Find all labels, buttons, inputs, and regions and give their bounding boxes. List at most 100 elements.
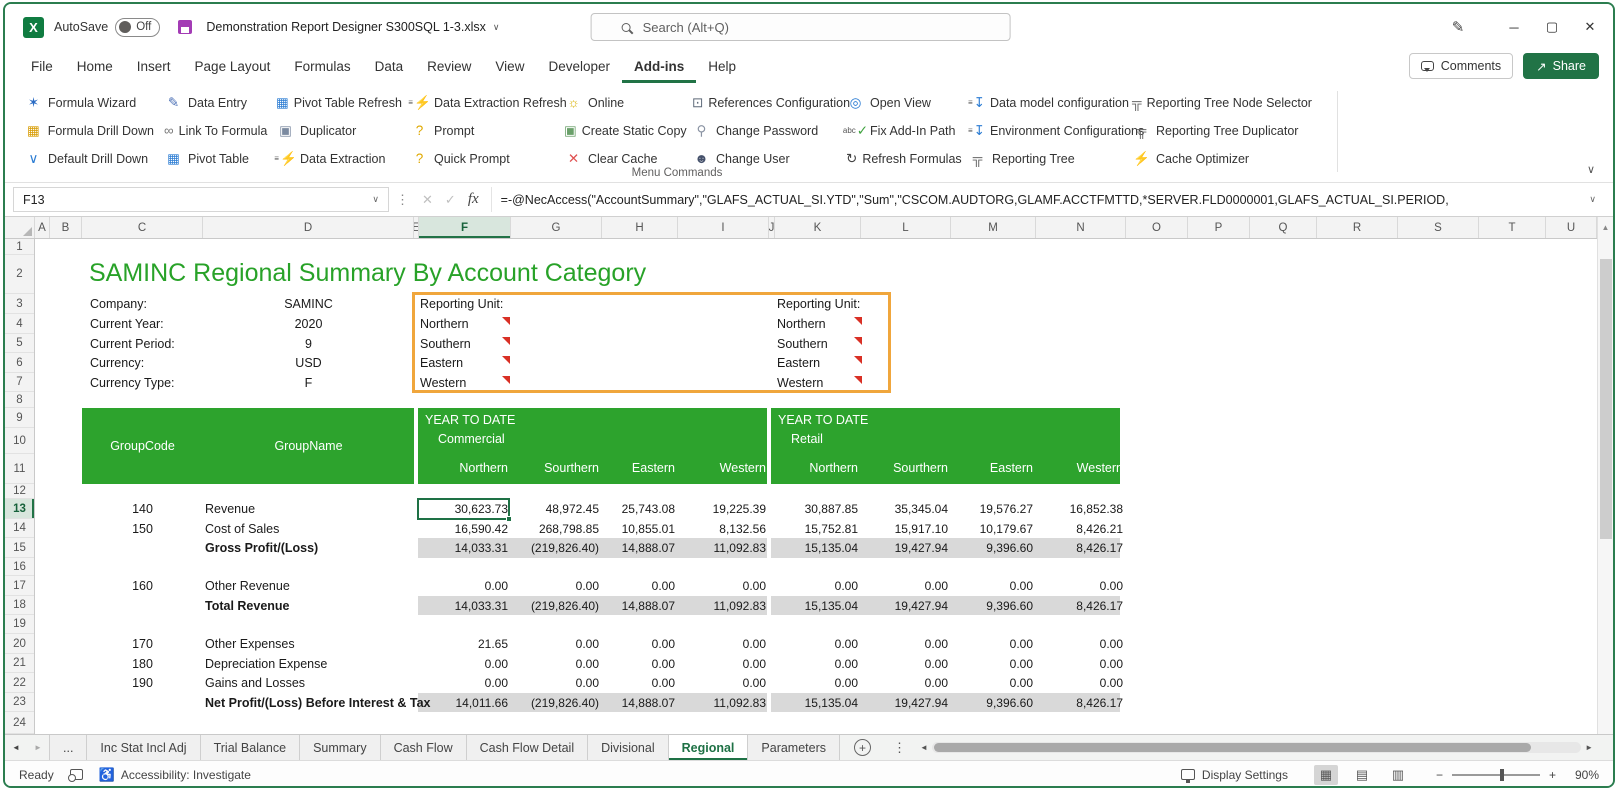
info-value[interactable]: 9 xyxy=(203,334,414,353)
sheet-tab-cash-flow-detail[interactable]: Cash Flow Detail xyxy=(467,735,588,760)
column-header-R[interactable]: R xyxy=(1317,217,1398,238)
value-cell[interactable]: 0.00 xyxy=(1035,634,1123,654)
row-header-18[interactable]: 18 xyxy=(5,596,34,615)
value-cell[interactable]: 8,426.17 xyxy=(1035,596,1123,615)
vertical-scroll-thumb[interactable] xyxy=(1600,259,1612,539)
pivot-table-button[interactable]: ▦Pivot Table xyxy=(159,146,271,172)
pivot-table-refresh-button[interactable]: ▦Pivot Table Refresh xyxy=(271,90,405,116)
groupname-cell[interactable]: Revenue xyxy=(205,499,414,519)
select-all-corner[interactable] xyxy=(5,217,35,238)
row-header-16[interactable]: 16 xyxy=(5,558,34,576)
formula-wizard-button[interactable]: ✶Formula Wizard xyxy=(19,90,159,116)
value-cell[interactable]: 0.00 xyxy=(420,654,508,673)
autosave-toggle[interactable]: Off xyxy=(115,18,160,37)
value-cell[interactable]: 14,011.66 xyxy=(420,693,508,712)
value-cell[interactable]: 15,135.04 xyxy=(770,538,858,558)
reporting-tree-duplicator-button[interactable]: ╦Reporting Tree Duplicator xyxy=(1127,118,1307,144)
reporting-unit-item[interactable]: Northern xyxy=(420,314,510,334)
draw-pen-icon[interactable]: ✎ xyxy=(1441,10,1475,44)
refresh-formulas-button[interactable]: ↻Refresh Formulas xyxy=(841,146,963,172)
groupname-cell[interactable]: Other Expenses xyxy=(205,634,414,654)
value-cell[interactable]: 0.00 xyxy=(678,673,766,693)
value-cell[interactable]: (219,826.40) xyxy=(511,693,599,712)
value-cell[interactable]: 0.00 xyxy=(860,634,948,654)
value-cell[interactable]: 0.00 xyxy=(1035,576,1123,596)
value-cell[interactable]: 15,135.04 xyxy=(770,596,858,615)
normal-view-icon[interactable]: ▦ xyxy=(1314,765,1338,785)
value-cell[interactable]: 0.00 xyxy=(587,634,675,654)
horizontal-scroll-track[interactable] xyxy=(932,742,1581,753)
row-header-22[interactable]: 22 xyxy=(5,673,34,693)
value-cell[interactable]: 25,743.08 xyxy=(587,499,675,519)
row-header-1[interactable]: 1 xyxy=(5,239,34,255)
search-input[interactable]: Search (Alt+Q) xyxy=(591,13,1011,41)
prompt-button[interactable]: ?Prompt xyxy=(405,118,559,144)
menu-tab-home[interactable]: Home xyxy=(65,50,125,83)
reporting-tree-node-selector-button[interactable]: ╦Reporting Tree Node Selector xyxy=(1127,90,1307,116)
column-header-P[interactable]: P xyxy=(1188,217,1250,238)
value-cell[interactable]: 10,855.01 xyxy=(587,519,675,538)
vertical-scrollbar[interactable]: ▲ xyxy=(1597,217,1613,734)
groupname-cell[interactable]: Total Revenue xyxy=(205,596,414,615)
save-icon[interactable] xyxy=(178,20,192,34)
scroll-right-icon[interactable]: ► xyxy=(1585,743,1593,752)
info-value[interactable]: SAMINC xyxy=(203,294,414,314)
groupname-cell[interactable]: Gross Profit/(Loss) xyxy=(205,538,414,558)
column-header-G[interactable]: G xyxy=(511,217,602,238)
column-header-M[interactable]: M xyxy=(951,217,1036,238)
value-cell[interactable]: 14,888.07 xyxy=(587,693,675,712)
column-header-Q[interactable]: Q xyxy=(1250,217,1317,238)
value-cell[interactable]: 0.00 xyxy=(945,634,1033,654)
groupname-cell[interactable]: Gains and Losses xyxy=(205,673,414,693)
value-cell[interactable]: 8,426.17 xyxy=(1035,693,1123,712)
menu-tab-view[interactable]: View xyxy=(483,50,536,83)
reporting-unit-item[interactable]: Western xyxy=(420,373,510,392)
value-cell[interactable]: 0.00 xyxy=(678,576,766,596)
display-settings-button[interactable]: Display Settings xyxy=(1181,768,1288,782)
zoom-in-button[interactable]: + xyxy=(1549,768,1556,782)
value-cell[interactable]: 9,396.60 xyxy=(945,596,1033,615)
column-header-S[interactable]: S xyxy=(1398,217,1479,238)
close-button[interactable]: ✕ xyxy=(1573,10,1607,44)
name-box[interactable]: F13 ∨ xyxy=(13,187,389,212)
value-cell[interactable]: 15,917.10 xyxy=(860,519,948,538)
row-header-2[interactable]: 2 xyxy=(5,255,34,294)
groupcode-cell[interactable]: 180 xyxy=(82,654,203,673)
value-cell[interactable]: 48,972.45 xyxy=(511,499,599,519)
selected-cell-outline[interactable] xyxy=(417,498,510,520)
row-header-15[interactable]: 15 xyxy=(5,538,34,558)
sheet-nav-right-icon[interactable]: ► xyxy=(27,735,49,760)
column-header-U[interactable]: U xyxy=(1546,217,1597,238)
value-cell[interactable]: 0.00 xyxy=(511,576,599,596)
info-value[interactable]: 2020 xyxy=(203,314,414,334)
sheet-tab-trial-balance[interactable]: Trial Balance xyxy=(201,735,301,760)
menu-tab-data[interactable]: Data xyxy=(363,50,416,83)
value-cell[interactable]: 10,179.67 xyxy=(945,519,1033,538)
row-header-23[interactable]: 23 xyxy=(5,693,34,712)
change-password-button[interactable]: ⚲Change Password xyxy=(687,118,841,144)
value-cell[interactable]: 0.00 xyxy=(860,673,948,693)
references-configuration-button[interactable]: ⊡References Configuration xyxy=(687,90,841,116)
value-cell[interactable]: (219,826.40) xyxy=(511,596,599,615)
open-view-button[interactable]: ◎Open View xyxy=(841,90,963,116)
cache-optimizer-button[interactable]: ⚡Cache Optimizer xyxy=(1127,146,1307,172)
row-header-12[interactable]: 12 xyxy=(5,484,34,499)
sheet-tab-regional[interactable]: Regional xyxy=(669,735,749,760)
value-cell[interactable]: 0.00 xyxy=(587,673,675,693)
menu-tab-review[interactable]: Review xyxy=(415,50,483,83)
value-cell[interactable]: 0.00 xyxy=(587,654,675,673)
row-header-19[interactable]: 19 xyxy=(5,615,34,634)
value-cell[interactable]: 16,590.42 xyxy=(420,519,508,538)
column-header-B[interactable]: B xyxy=(50,217,82,238)
column-header-I[interactable]: I xyxy=(678,217,769,238)
enter-icon[interactable]: ✓ xyxy=(445,192,456,208)
groupcode-cell[interactable]: 150 xyxy=(82,519,203,538)
menu-tab-file[interactable]: File xyxy=(19,50,65,83)
share-button[interactable]: ↗ Share xyxy=(1523,53,1599,79)
row-header-10[interactable]: 10 xyxy=(5,428,34,454)
value-cell[interactable]: 11,092.83 xyxy=(678,596,766,615)
comments-button[interactable]: Comments xyxy=(1409,53,1513,79)
value-cell[interactable]: 0.00 xyxy=(587,576,675,596)
row-header-9[interactable]: 9 xyxy=(5,408,34,428)
link-to-formula-button[interactable]: ∞Link To Formula xyxy=(159,118,271,144)
